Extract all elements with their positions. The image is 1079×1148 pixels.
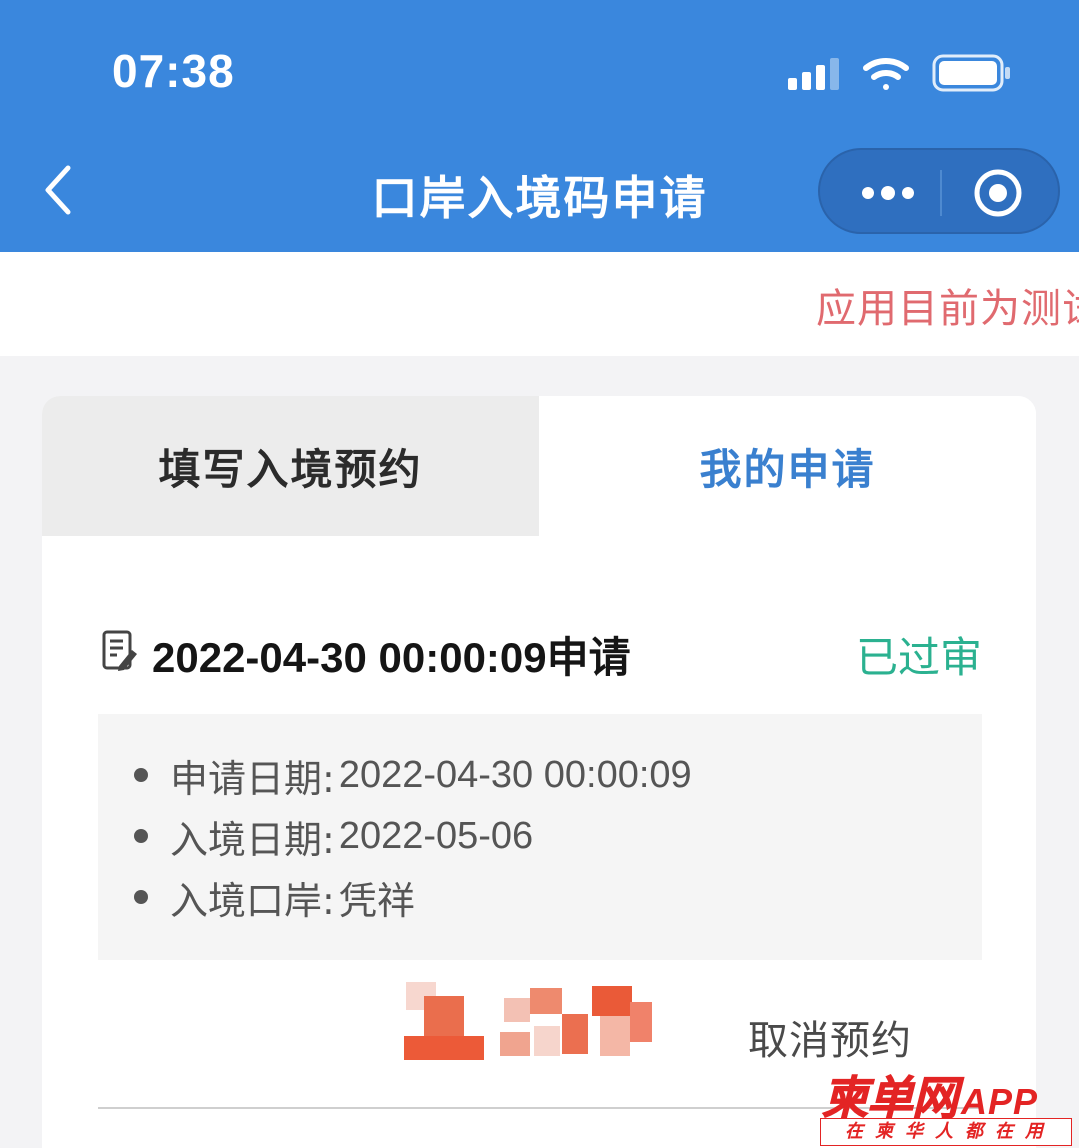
mini-program-capsule [818,148,1060,234]
bullet-icon [134,829,148,843]
capsule-divider [940,170,942,216]
application-title: 2022-04-30 00:00:09申请 [152,634,631,681]
detail-label: 入境口岸: [170,878,335,923]
wifi-icon [863,57,909,90]
watermark-logo: 柬单网 APP [822,1062,1072,1126]
tab-fill-reservation[interactable]: 填写入境预约 [42,396,539,536]
cancel-reservation-button[interactable]: 取消预约 [748,1008,912,1066]
notice-banner: 应用目前为测试 [0,252,1079,356]
detail-entry-date: 入境日期: 2022-05-06 [134,807,533,865]
redacted-button[interactable] [404,974,654,1066]
close-mini-program-button[interactable] [966,164,1030,222]
status-icons [786,50,1016,98]
status-time: 07:38 [112,45,235,97]
status-badge: 已过审 [855,633,982,682]
application-card: 填写入境预约 我的申请 2022-04-30 00:00:09申请 已过审 申请… [42,396,1036,1148]
watermark-slogan: 在柬华人都在用 [820,1118,1072,1146]
watermark-brand-cn: 柬单网 [822,1071,959,1126]
application-details: 申请日期: 2022-04-30 00:00:09 入境日期: 2022-05-… [98,714,982,960]
top-bar: 07:38 口岸入境码申请 [0,0,1079,252]
notice-text: 应用目前为测试 [816,286,1079,332]
application-header: 2022-04-30 00:00:09申请 已过审 [98,618,982,688]
bullet-icon [134,890,148,904]
battery-icon [932,54,1010,92]
signal-icon [788,58,839,90]
detail-label: 入境日期: [170,817,335,862]
detail-label: 申请日期: [170,756,335,801]
detail-value: 凭祥 [338,880,415,923]
edit-document-icon [102,630,137,671]
detail-apply-date: 申请日期: 2022-04-30 00:00:09 [134,746,692,804]
detail-value: 2022-05-06 [338,814,534,857]
more-button[interactable] [848,168,928,218]
tab-my-applications[interactable]: 我的申请 [539,396,1036,536]
detail-value: 2022-04-30 00:00:09 [338,753,692,796]
target-circle-icon [974,169,1022,217]
detail-entry-port: 入境口岸: 凭祥 [134,868,415,926]
watermark-brand-en: APP [961,1081,1039,1122]
more-dots-icon [862,186,914,200]
bullet-icon [134,768,148,782]
